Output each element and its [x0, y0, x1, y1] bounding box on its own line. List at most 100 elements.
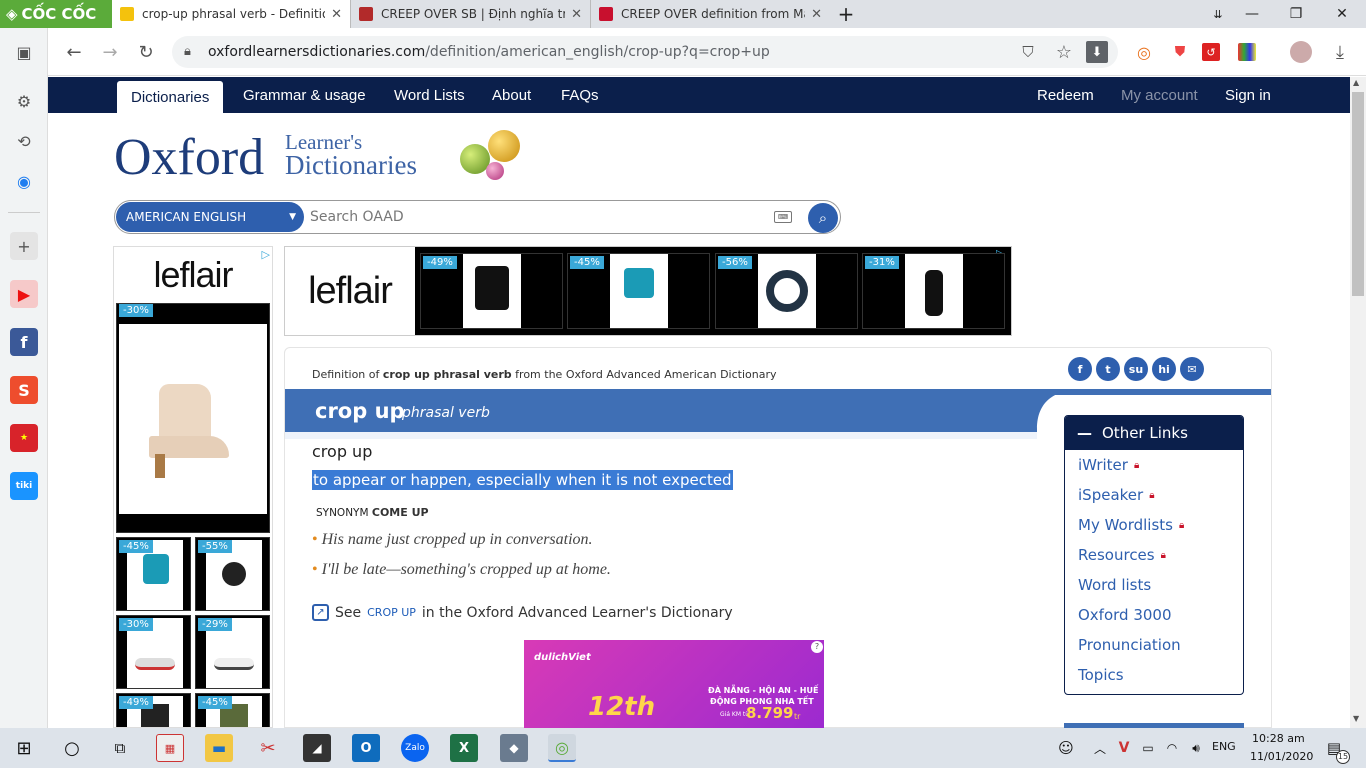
search-circle-icon[interactable]: ○ — [58, 734, 86, 762]
email-icon[interactable]: ✉ — [1180, 357, 1204, 381]
ad-product-tile[interactable]: -56% — [715, 253, 858, 329]
extension-shield-icon[interactable]: ⛊ — [1166, 38, 1194, 66]
extension-coccoc-icon[interactable]: ◎ — [1130, 38, 1158, 66]
close-window-button[interactable]: ✕ — [1322, 0, 1362, 28]
twitter-icon[interactable]: t — [1096, 357, 1120, 381]
tab-macmillan[interactable]: CREEP OVER definition from Macm ✕ — [590, 0, 830, 28]
downloads-icon[interactable]: ⤓ — [1326, 38, 1354, 66]
download-page-icon[interactable]: ⬇ — [1086, 41, 1108, 63]
ad-product-tile[interactable]: -55% — [195, 537, 270, 611]
nav-sign-in[interactable]: Sign in — [1225, 77, 1271, 113]
history-icon[interactable]: ⟲ — [10, 127, 38, 155]
sendo-icon[interactable]: ★ — [10, 424, 38, 452]
facebook-icon[interactable]: f — [10, 328, 38, 356]
ad-product-tile[interactable]: -30% — [116, 303, 270, 533]
sticky-notes-icon[interactable]: ◢ — [303, 734, 331, 762]
close-tab-icon[interactable]: ✕ — [805, 7, 822, 22]
other-link-ispeaker[interactable]: iSpeaker 🔒︎ — [1078, 486, 1155, 504]
close-tab-icon[interactable]: ✕ — [325, 7, 342, 22]
shopee-icon[interactable]: S — [10, 376, 38, 404]
nav-redeem[interactable]: Redeem — [1037, 77, 1094, 113]
other-link-word-lists[interactable]: Word lists — [1078, 576, 1151, 594]
profile-avatar[interactable] — [1290, 41, 1312, 63]
other-link-resources[interactable]: Resources 🔒︎ — [1078, 546, 1166, 564]
nav-grammar-usage[interactable]: Grammar & usage — [243, 77, 366, 113]
search-input[interactable]: Search OAAD — [310, 209, 404, 225]
other-link-my-wordlists[interactable]: My Wordlists 🔒︎ — [1078, 516, 1184, 534]
messenger-icon[interactable]: ◉ — [10, 167, 38, 195]
oxford-logo-text[interactable]: Oxford — [114, 128, 264, 187]
people-icon[interactable]: ☺ — [1052, 734, 1080, 762]
nav-about[interactable]: About — [492, 77, 531, 113]
facebook-icon[interactable]: f — [1068, 357, 1092, 381]
extension-grid-icon[interactable] — [1238, 43, 1256, 61]
forward-arrow-icon[interactable]: → — [96, 38, 124, 66]
other-links-header[interactable]: — Other Links — [1065, 416, 1243, 450]
back-arrow-icon[interactable]: ← — [60, 38, 88, 66]
hi5-icon[interactable]: hi — [1152, 357, 1176, 381]
snipping-tool-icon[interactable]: ✂ — [254, 734, 282, 762]
zalo-icon[interactable]: Zalo — [401, 734, 429, 762]
other-link-oxford-3000[interactable]: Oxford 3000 — [1078, 606, 1172, 624]
travel-ad[interactable]: dulichViet ? 12th ĐÀ NẴNG - HỘI AN - HUẾ… — [524, 640, 824, 728]
reload-icon[interactable]: ↻ — [132, 38, 160, 66]
dictionary-language-select[interactable]: AMERICAN ENGLISH ▼ — [116, 202, 304, 232]
other-link-iwriter[interactable]: iWriter 🔒︎ — [1078, 456, 1139, 474]
discount-badge: -45% — [198, 696, 232, 709]
windows-start-icon[interactable]: ⊞ — [10, 734, 38, 762]
nav-faqs[interactable]: FAQs — [561, 77, 599, 113]
excel-icon[interactable]: X — [450, 734, 478, 762]
scroll-up-icon[interactable]: ▲ — [1353, 78, 1359, 87]
app-generic-icon[interactable]: ◆ — [500, 734, 528, 762]
tiki-icon[interactable]: tiki — [10, 472, 38, 500]
ad-product-tile[interactable]: -49% — [116, 693, 191, 727]
add-shortcut-icon[interactable]: + — [10, 232, 38, 260]
ad-product-tile[interactable]: -45% — [116, 537, 191, 611]
ad-product-tile[interactable]: -29% — [195, 615, 270, 689]
clock-date[interactable]: 11/01/2020 — [1250, 750, 1313, 763]
tab-oxford[interactable]: crop-up phrasal verb - Definition, p ✕ — [112, 0, 350, 28]
ad-product-tile[interactable]: -45% — [567, 253, 710, 329]
app-unikey-icon[interactable]: ▦ — [156, 734, 184, 762]
nav-dictionaries[interactable]: Dictionaries — [117, 81, 224, 113]
coccoc-taskbar-icon[interactable]: ◎ — [548, 734, 576, 762]
task-view-icon[interactable]: ⧉ — [106, 734, 134, 762]
ad-product-tile[interactable]: -45% — [195, 693, 270, 727]
volume-icon[interactable]: 🔊︎ — [1182, 734, 1210, 762]
adchoices-icon[interactable]: ▷ — [262, 248, 270, 261]
input-language[interactable]: ENG — [1212, 740, 1236, 753]
maximize-button[interactable]: ❐ — [1276, 0, 1316, 28]
url-text[interactable]: oxfordlearnersdictionaries.com/definitio… — [208, 44, 770, 60]
close-tab-icon[interactable]: ✕ — [565, 7, 582, 22]
other-link-pronunciation[interactable]: Pronunciation — [1078, 636, 1181, 654]
sidebar-toggle-icon[interactable]: ▣ — [10, 38, 38, 66]
file-explorer-icon[interactable]: ▬ — [205, 734, 233, 762]
clock-time[interactable]: 10:28 am — [1252, 732, 1305, 745]
new-tab-button[interactable]: + — [826, 0, 866, 28]
coccoc-menu-button[interactable]: ◈ CỐC CỐC — [0, 0, 112, 28]
ad-info-icon[interactable]: ? — [811, 641, 823, 653]
stumbleupon-icon[interactable]: su — [1124, 357, 1148, 381]
ad-product-tile[interactable]: -31% — [862, 253, 1005, 329]
left-ad[interactable]: leflair ▷ -30% -45% -55% -30% -29% -49% … — [113, 246, 273, 728]
scrollbar-thumb[interactable] — [1352, 92, 1364, 296]
other-link-topics[interactable]: Topics — [1078, 666, 1124, 684]
search-button[interactable]: ⌕ — [808, 203, 838, 233]
see-link[interactable]: CROP UP — [367, 606, 416, 619]
ad-product-tile[interactable]: -49% — [420, 253, 563, 329]
keyboard-icon[interactable]: ⌨ — [774, 211, 792, 223]
shield-icon[interactable]: ⛉ — [1014, 38, 1042, 66]
scroll-down-icon[interactable]: ▼ — [1353, 714, 1359, 723]
bookmark-star-icon[interactable]: ☆ — [1050, 38, 1078, 66]
youtube-icon[interactable]: ▶ — [10, 280, 38, 308]
nav-my-account[interactable]: My account — [1121, 77, 1198, 113]
nav-word-lists[interactable]: Word Lists — [394, 77, 465, 113]
lock-icon[interactable]: 🔒︎ — [184, 44, 191, 59]
extension-red-icon[interactable]: ↺ — [1202, 43, 1220, 61]
ad-product-tile[interactable]: -30% — [116, 615, 191, 689]
minimize-button[interactable]: — — [1232, 0, 1272, 28]
tab-cambridge[interactable]: CREEP OVER SB | Định nghĩa trong ✕ — [350, 0, 590, 28]
synonym-link[interactable]: COME UP — [372, 506, 429, 519]
settings-gear-icon[interactable]: ⚙ — [10, 87, 38, 115]
outlook-icon[interactable]: O — [352, 734, 380, 762]
